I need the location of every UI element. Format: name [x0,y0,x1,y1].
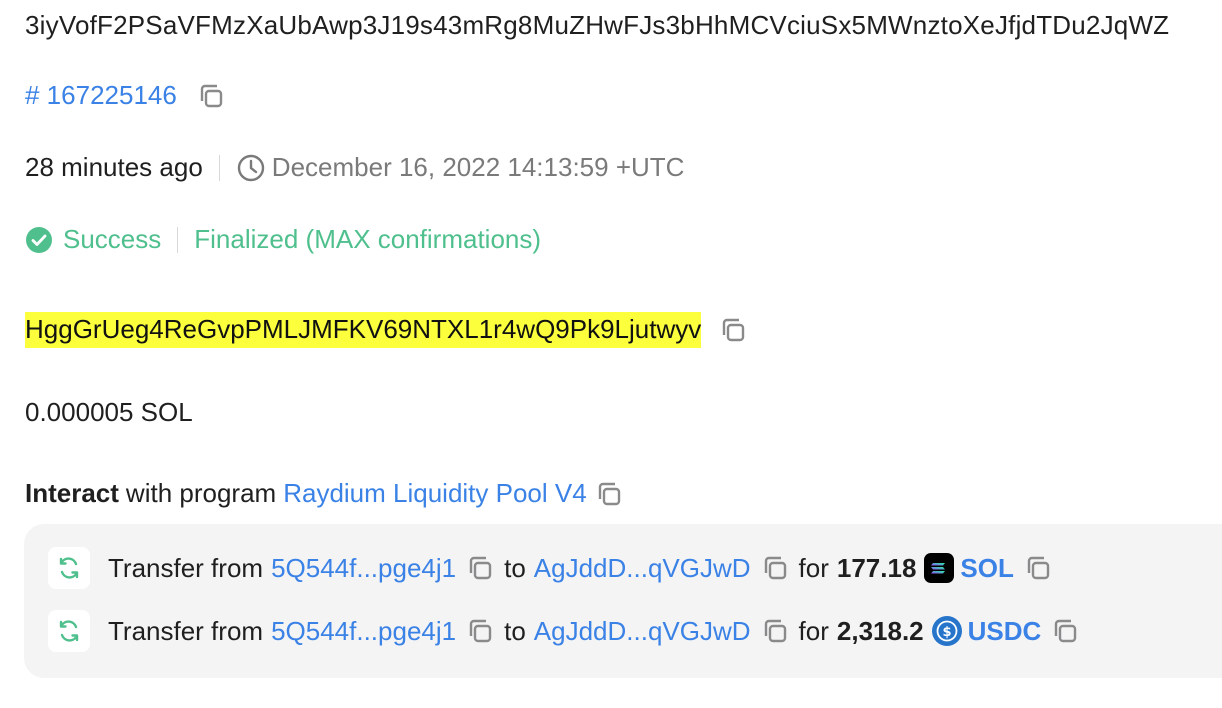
interact-text: with program [125,478,277,508]
transfer-row: Transfer from 5Q544f...pge4j1 to AgJddD.… [48,610,1079,652]
from-address-link[interactable]: 5Q544f...pge4j1 [271,553,456,584]
interact-label: Interact [25,478,119,508]
token-link[interactable]: SOL [960,553,1013,584]
copy-icon[interactable] [197,82,225,110]
signature-text: 3iyVofF2PSaVFMzXaUbAwp3J19s43mRg8MuZHwFJ… [25,10,1170,40]
to-address-link[interactable]: AgJddD...qVGJwD [534,616,751,647]
clock-icon [236,153,266,183]
interact-row: Interact with program Raydium Liquidity … [25,478,623,509]
transfer-label: Transfer from [108,552,264,583]
block-row: # 167225146 [25,80,225,111]
status-badge: Success [63,224,162,254]
transfer-icon [48,610,90,652]
copy-icon[interactable] [595,480,623,508]
svg-text:$: $ [942,625,951,640]
fee-row: 0.000005 SOL [25,397,193,428]
transfer-amount: 2,318.2 [836,615,924,646]
check-circle-icon [25,226,53,254]
token-link[interactable]: USDC [968,616,1042,647]
copy-icon[interactable] [466,617,494,645]
from-address-link[interactable]: 5Q544f...pge4j1 [271,616,456,647]
copy-icon[interactable] [1051,617,1079,645]
transfer-label: Transfer from [108,615,264,646]
copy-icon[interactable] [719,316,747,344]
confirmation-status: Finalized (MAX confirmations) [194,224,542,254]
copy-icon[interactable] [466,554,494,582]
transfers-panel: Transfer from 5Q544f...pge4j1 to AgJddD.… [24,524,1222,678]
copy-icon[interactable] [761,554,789,582]
divider [218,154,220,181]
transfer-row: Transfer from 5Q544f...pge4j1 to AgJddD.… [48,547,1052,589]
to-word: to [504,615,526,646]
fee-value: 0.000005 SOL [25,397,193,427]
block-link[interactable]: # 167225146 [25,80,177,111]
for-word: for [798,615,829,646]
absolute-time: December 16, 2022 14:13:59 +UTC [271,152,685,182]
to-word: to [504,552,526,583]
solana-logo-icon [924,553,955,583]
signer-address[interactable]: HggGrUeg4ReGvpPMLJMFKV69NTXL1r4wQ9Pk9Lju… [25,312,702,348]
transaction-signature: 3iyVofF2PSaVFMzXaUbAwp3J19s43mRg8MuZHwFJ… [25,10,1169,41]
transfer-amount: 177.18 [836,552,917,583]
usdc-logo-icon: $ [931,616,962,646]
program-link[interactable]: Raydium Liquidity Pool V4 [283,478,587,509]
for-word: for [798,552,829,583]
signer-row: HggGrUeg4ReGvpPMLJMFKV69NTXL1r4wQ9Pk9Lju… [25,312,747,348]
copy-icon[interactable] [761,617,789,645]
copy-icon[interactable] [1024,554,1052,582]
transfer-icon [48,547,90,589]
to-address-link[interactable]: AgJddD...qVGJwD [534,553,751,584]
timestamp-row: 28 minutes ago December 16, 2022 14:13:5… [25,152,684,183]
divider [177,226,179,253]
status-row: Success Finalized (MAX confirmations) [25,224,541,255]
relative-time: 28 minutes ago [25,152,203,182]
